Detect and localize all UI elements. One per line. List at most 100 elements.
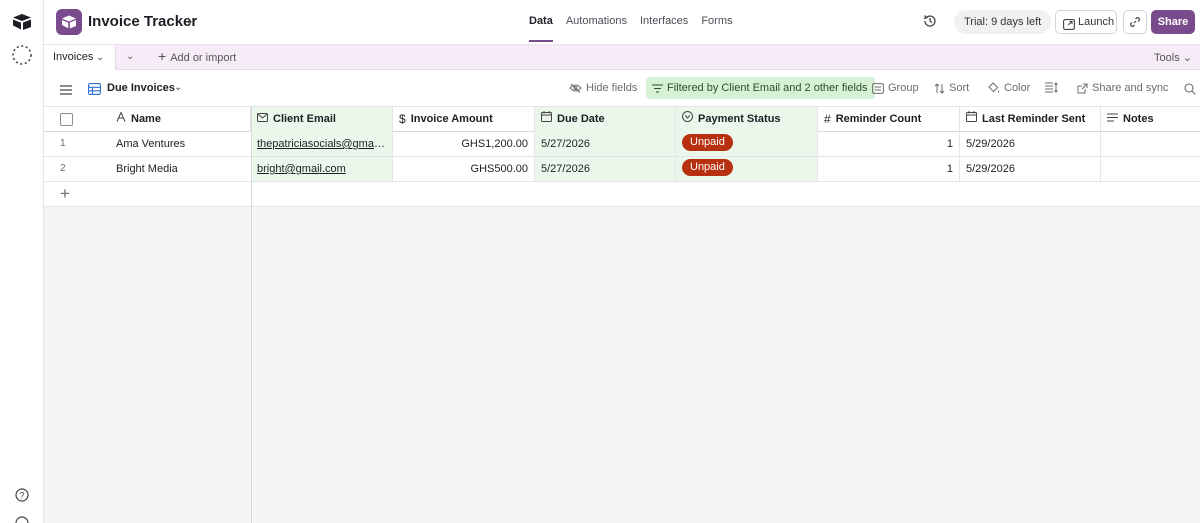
tab-invoices[interactable]: Invoices ⌄: [44, 45, 116, 70]
column-header-label: Due Date: [557, 113, 605, 125]
frozen-column-divider[interactable]: [251, 107, 252, 523]
table-tabs-bar: Invoices ⌄ ⌄ + Add or import Tools ⌄: [44, 45, 1200, 70]
hide-fields-button[interactable]: Hide fields: [569, 82, 637, 94]
cell-last-reminder-sent[interactable]: 5/29/2026: [960, 132, 1101, 156]
column-header-reminder-count[interactable]: # Reminder Count: [818, 107, 960, 132]
cell-payment-status[interactable]: Unpaid: [676, 132, 818, 156]
plus-icon[interactable]: +: [60, 184, 70, 204]
nav-forms[interactable]: Forms: [701, 15, 732, 27]
chevron-down-icon: ⌄: [1182, 52, 1192, 64]
color-button[interactable]: Color: [987, 82, 1030, 94]
color-label: Color: [1004, 82, 1031, 94]
trial-badge[interactable]: Trial: 9 days left: [954, 10, 1052, 34]
airtable-logo-icon[interactable]: [11, 11, 33, 33]
table-row[interactable]: 2 Bright Media bright@gmail.com GHS500.0…: [44, 157, 1200, 182]
plus-icon: +: [158, 48, 167, 64]
cell-invoice-amount[interactable]: GHS500.00: [393, 157, 535, 181]
chevron-down-icon[interactable]: ⌄: [185, 14, 194, 27]
hide-fields-label: Hide fields: [586, 82, 638, 94]
link-icon: [1130, 17, 1140, 27]
column-header-invoice-amount[interactable]: $ Invoice Amount: [393, 107, 535, 132]
cell-due-date[interactable]: 5/27/2026: [535, 132, 676, 156]
cell-payment-status[interactable]: Unpaid: [676, 157, 818, 181]
cell-notes[interactable]: [1101, 132, 1200, 156]
column-header-label: Last Reminder Sent: [982, 113, 1086, 125]
all-tables-chevron-icon[interactable]: ⌄: [126, 51, 134, 62]
cell-client-email[interactable]: thepatriciasocials@gmail.com: [251, 132, 393, 156]
nav-automations[interactable]: Automations: [566, 15, 627, 27]
history-icon[interactable]: [922, 13, 940, 31]
search-icon[interactable]: [1184, 82, 1196, 100]
row-number: 2: [60, 163, 66, 174]
nav-interfaces[interactable]: Interfaces: [640, 15, 688, 27]
tools-menu[interactable]: Tools ⌄: [1154, 51, 1192, 64]
cell-invoice-amount[interactable]: GHS1,200.00: [393, 132, 535, 156]
column-header-label: Notes: [1123, 113, 1154, 125]
cell-name[interactable]: Bright Media: [110, 157, 251, 181]
share-and-sync-button[interactable]: Share and sync: [1077, 82, 1168, 94]
cell-reminder-count[interactable]: 1: [818, 157, 960, 181]
calendar-icon: [966, 107, 977, 132]
launch-icon: [1063, 16, 1075, 38]
select-all-checkbox[interactable]: [60, 113, 73, 126]
text-field-icon: [116, 107, 126, 132]
column-header-label: Invoice Amount: [410, 113, 493, 125]
email-icon: [257, 107, 268, 132]
table-row[interactable]: 1 Ama Ventures thepatriciasocials@gmail.…: [44, 132, 1200, 157]
help-icon[interactable]: ?: [11, 484, 33, 506]
group-button[interactable]: Group: [872, 82, 919, 94]
add-or-import-button[interactable]: + Add or import: [158, 48, 236, 64]
launch-label: Launch: [1078, 16, 1115, 28]
column-header-payment-status[interactable]: Payment Status: [676, 107, 818, 132]
filter-icon: [652, 83, 663, 93]
tools-label: Tools: [1154, 52, 1180, 64]
column-header-label: Client Email: [273, 113, 336, 125]
records-grid: Name Client Email $ Invoice Amount Due D…: [44, 107, 1200, 523]
filter-button[interactable]: Filtered by Client Email and 2 other fie…: [646, 77, 875, 99]
eye-slash-icon: [569, 83, 582, 93]
share-button[interactable]: Share: [1151, 10, 1195, 34]
left-rail: ?: [0, 0, 44, 523]
column-header-client-email[interactable]: Client Email: [251, 107, 393, 132]
main-nav: Data Automations Interfaces Forms: [529, 15, 732, 42]
top-header: Invoice Tracker ⌄ Data Automations Inter…: [44, 0, 1200, 45]
cell-client-email[interactable]: bright@gmail.com: [251, 157, 393, 181]
view-toolbar: Due Invoices ⌄ Hide fields Filtered by C…: [44, 70, 1200, 107]
workspace-loading-icon[interactable]: [11, 44, 33, 66]
add-record-row[interactable]: +: [44, 182, 1200, 207]
svg-text:?: ?: [19, 491, 24, 501]
sort-button[interactable]: Sort: [934, 82, 969, 94]
filter-label: Filtered by Client Email and 2 other fie…: [667, 82, 868, 94]
launch-button[interactable]: Launch: [1055, 10, 1117, 34]
column-header-label: Payment Status: [698, 113, 781, 125]
base-logo-icon[interactable]: [56, 9, 82, 35]
chevron-down-icon[interactable]: ⌄: [96, 45, 104, 70]
column-header-notes[interactable]: Notes: [1101, 107, 1200, 132]
cell-notes[interactable]: [1101, 157, 1200, 181]
account-icon[interactable]: [11, 512, 33, 523]
column-header-last-reminder-sent[interactable]: Last Reminder Sent: [960, 107, 1101, 132]
chevron-down-icon[interactable]: ⌄: [174, 82, 182, 93]
status-badge: Unpaid: [682, 133, 733, 151]
column-header-name[interactable]: Name: [110, 107, 251, 132]
status-badge: Unpaid: [682, 158, 733, 176]
sort-label: Sort: [949, 82, 970, 94]
nav-data[interactable]: Data: [529, 15, 553, 42]
view-name[interactable]: Due Invoices: [107, 82, 175, 94]
cell-due-date[interactable]: 5/27/2026: [535, 157, 676, 181]
cell-last-reminder-sent[interactable]: 5/29/2026: [960, 157, 1101, 181]
base-title[interactable]: Invoice Tracker: [88, 13, 197, 30]
copy-link-button[interactable]: [1123, 10, 1147, 34]
grid-header: Name Client Email $ Invoice Amount Due D…: [44, 107, 1200, 132]
cell-reminder-count[interactable]: 1: [818, 132, 960, 156]
tab-invoices-label: Invoices: [53, 51, 94, 63]
row-height-icon[interactable]: [1045, 82, 1058, 93]
share-sync-label: Share and sync: [1092, 82, 1169, 94]
calendar-icon: [541, 107, 552, 132]
cell-name[interactable]: Ama Ventures: [110, 132, 251, 156]
currency-icon: $: [399, 112, 406, 126]
column-header-due-date[interactable]: Due Date: [535, 107, 676, 132]
menu-icon[interactable]: [60, 82, 72, 95]
sort-icon: [934, 82, 945, 94]
column-header-label: Name: [131, 113, 161, 125]
